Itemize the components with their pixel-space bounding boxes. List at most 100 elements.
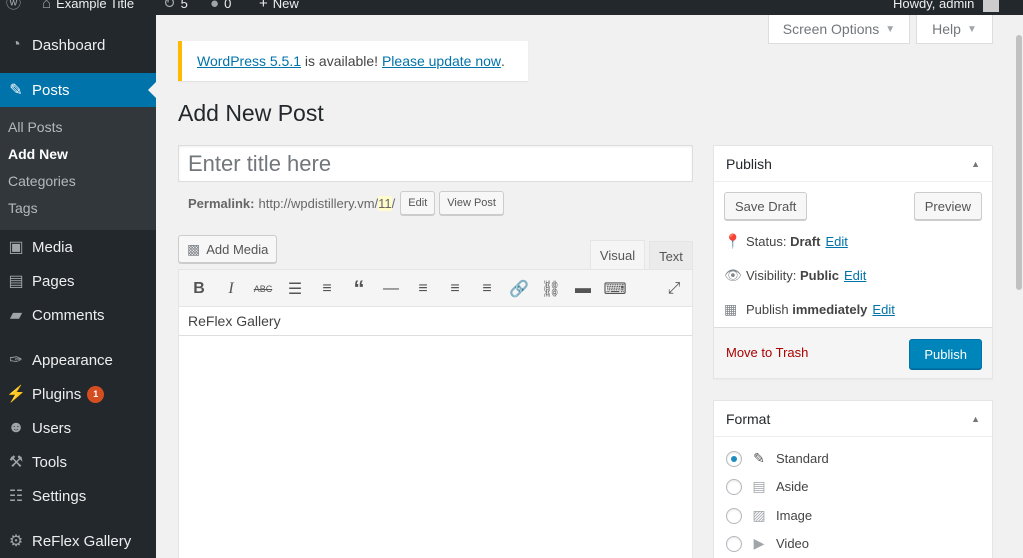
format-option-video[interactable]: ▶ Video [726,535,809,552]
sidebar-item-pages[interactable]: ▤ Pages [0,264,156,298]
publish-box: Publish ▲ Save Draft Preview 📍 Status: D… [713,145,993,379]
align-right-icon[interactable]: ≡ [475,278,499,300]
video-icon: ▶ [753,535,765,551]
update-now-link[interactable]: Please update now [382,53,501,69]
eye-icon: 👁 [724,267,742,283]
align-center-icon[interactable]: ≡ [443,278,467,300]
tab-text[interactable]: Text [649,241,693,270]
collapse-arrow-icon[interactable]: ▲ [971,414,980,424]
permalink-url: http://wpdistillery.vm/ [258,195,379,211]
wordpress-logo-icon[interactable]: ⓦ [6,0,21,14]
submenu-add-new[interactable]: Add New [8,146,68,162]
brush-icon: ✑ [9,352,23,369]
status-row: 📍 Status: Draft Edit [724,233,848,249]
save-draft-button[interactable]: Save Draft [724,192,808,220]
format-option-standard[interactable]: ✎ Standard [726,450,829,467]
sidebar-item-tools[interactable]: ⚒ Tools [0,445,156,479]
aside-icon: ▤ [752,478,766,494]
admin-sidebar: ◔ Dashboard ✎ Posts All Posts Add New Cate… [0,15,156,558]
editor-content-first-line: ReFlex Gallery [179,307,692,336]
admin-bar: ⓦ ⌂ Example Title ↻ 5 ● 0 + New Howdy, admin [0,0,1023,15]
plugins-update-badge: 1 [87,385,105,403]
wrench-icon: ⚒ [8,454,24,471]
fullscreen-icon[interactable]: ⤢ [662,278,686,300]
submenu-categories[interactable]: Categories [8,173,76,189]
insert-link-icon[interactable]: 🔗 [507,278,531,300]
horizontal-line-icon[interactable]: — [379,278,403,300]
edit-publish-date-link[interactable]: Edit [872,302,894,317]
strikethrough-icon[interactable]: ABC [251,278,275,300]
publish-box-title: Publish ▲ [714,146,992,182]
scrollbar-thumb[interactable] [1016,35,1022,290]
avatar [983,0,1000,12]
pin-icon: 📍 [724,233,742,249]
format-box-title: Format ▲ [714,401,992,437]
visibility-row: 👁 Visibility: Public Edit [724,267,867,283]
radio-image[interactable] [726,507,742,524]
gear-icon: ⚙ [8,533,24,550]
updates-icon: ↻ [163,0,176,12]
plugin-icon: ⚡ [6,386,26,403]
page-scrollbar[interactable] [1015,15,1023,558]
view-post-button[interactable]: View Post [439,191,504,215]
dashboard-icon: ◔ [11,36,21,53]
format-box: Format ▲ ✎ Standard ▤ Aside ▨ Image ▶ Vi… [713,400,993,558]
image-icon: ▨ [752,507,766,523]
edit-permalink-button[interactable]: Edit [400,191,436,215]
my-account-link[interactable]: Howdy, admin [893,0,1000,14]
caret-down-icon: ▼ [885,23,896,35]
format-option-aside[interactable]: ▤ Aside [726,478,809,495]
sidebar-item-appearance[interactable]: ✑ Appearance [0,343,156,377]
align-left-icon[interactable]: ≡ [411,278,435,300]
sidebar-item-posts[interactable]: ✎ Posts [0,73,156,107]
collapse-arrow-icon[interactable]: ▲ [971,159,980,169]
pin-icon: ✎ [9,82,23,99]
users-icon: ☻ [7,419,25,436]
sidebar-item-settings[interactable]: ☷ Settings [0,479,156,513]
edit-status-link[interactable]: Edit [825,234,847,249]
updates-link[interactable]: ↻ 5 [163,0,188,14]
settings-icon: ☷ [8,488,24,505]
permalink-slug[interactable]: 11 [378,195,392,211]
screen-options-button[interactable]: Screen Options ▼ [768,15,910,44]
editor-toolbar: B I ABC ☰ ≡ “ — ≡ ≡ ≡ 🔗 ⛓ ▬ ⌨ ⤢ [179,270,692,307]
blockquote-icon[interactable]: “ [347,276,371,301]
sidebar-item-plugins[interactable]: ⚡ Plugins 1 [0,377,156,411]
radio-standard[interactable] [726,450,742,467]
tab-visual[interactable]: Visual [590,240,645,270]
sidebar-item-users[interactable]: ☻ Users [0,411,156,445]
comments-link[interactable]: ● 0 [210,0,231,14]
help-button[interactable]: Help ▼ [916,15,993,44]
bulleted-list-icon[interactable]: ☰ [283,278,307,300]
submenu-tags[interactable]: Tags [8,200,38,216]
sidebar-item-reflex-gallery[interactable]: ⚙ ReFlex Gallery [0,524,156,558]
bold-icon[interactable]: B [187,278,211,300]
sidebar-item-dashboard[interactable]: ◔ Dashboard [0,28,156,62]
site-name-link[interactable]: ⌂ Example Title [42,0,134,14]
home-icon: ⌂ [42,0,52,12]
edit-visibility-link[interactable]: Edit [844,268,866,283]
preview-button[interactable]: Preview [913,192,982,220]
sidebar-item-media[interactable]: ▣ Media [0,230,156,264]
update-notice: WordPress 5.5.1 is available! Please upd… [178,41,528,81]
post-title-input[interactable] [178,145,693,182]
plus-icon: + [259,0,268,12]
add-media-button[interactable]: ▩ Add Media [178,235,278,263]
move-to-trash-link[interactable]: Move to Trash [726,345,808,360]
format-option-image[interactable]: ▨ Image [726,507,812,524]
radio-aside[interactable] [726,478,742,495]
toolbar-toggle-icon[interactable]: ⌨ [603,278,627,300]
wordpress-version-link[interactable]: WordPress 5.5.1 [197,53,301,69]
italic-icon[interactable]: I [219,278,243,300]
post-editor[interactable]: B I ABC ☰ ≡ “ — ≡ ≡ ≡ 🔗 ⛓ ▬ ⌨ ⤢ ReFlex G… [178,269,693,558]
sidebar-item-comments[interactable]: ▰ Comments [0,298,156,332]
page-title: Add New Post [178,100,324,126]
submenu-all-posts[interactable]: All Posts [8,119,62,135]
publish-button[interactable]: Publish [909,339,982,369]
remove-link-icon[interactable]: ⛓ [539,278,563,300]
media-icon: ▣ [8,239,24,256]
numbered-list-icon[interactable]: ≡ [315,278,339,300]
read-more-icon[interactable]: ▬ [571,278,595,300]
radio-video[interactable] [726,535,742,552]
new-content-link[interactable]: + New [259,0,299,14]
